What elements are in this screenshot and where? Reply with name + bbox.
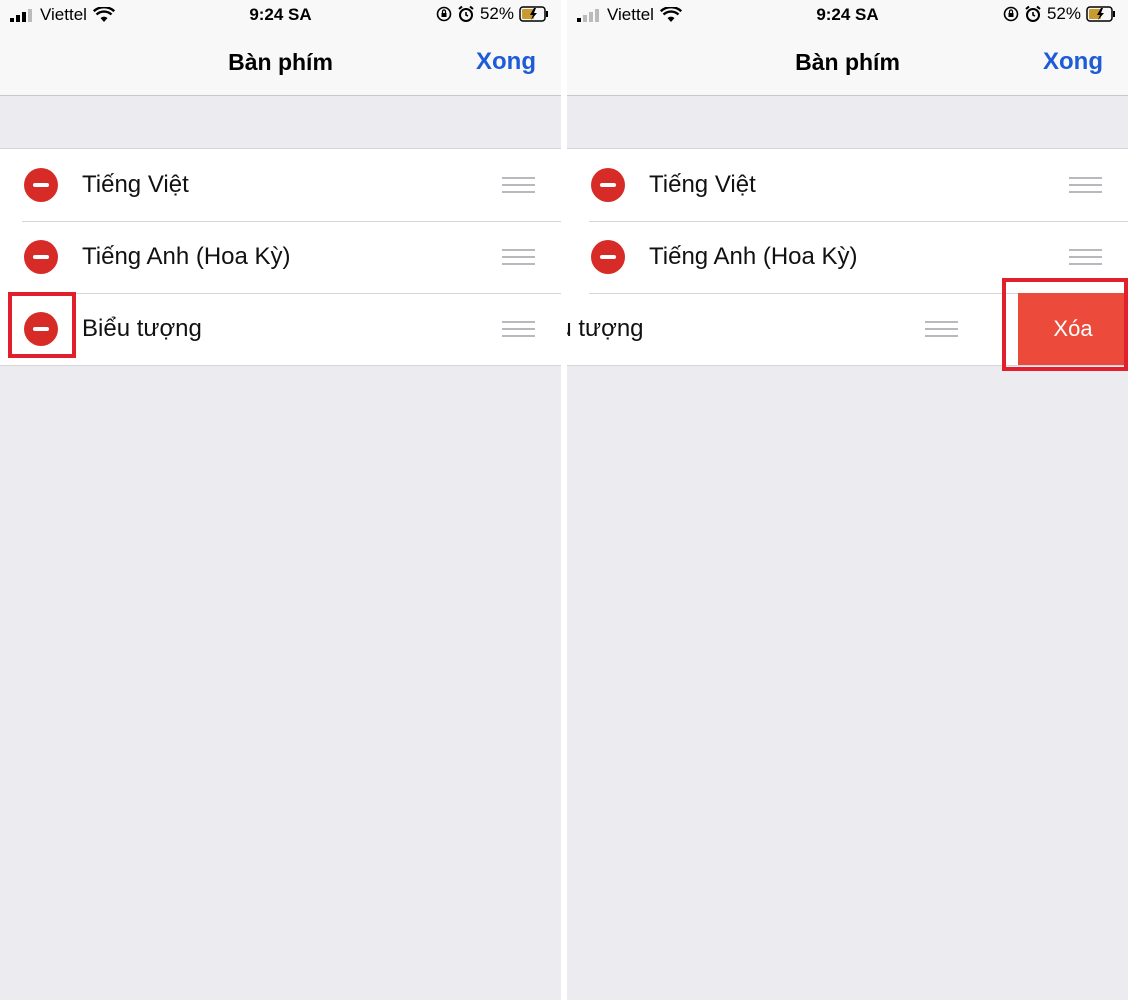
list-item: Tiếng Anh (Hoa Kỳ) (0, 221, 561, 293)
done-button[interactable]: Xong (1043, 48, 1103, 76)
list-item: Tiếng Việt (567, 149, 1128, 221)
screen-right: Viettel 9:24 SA 52% Bàn phím Xong Tiếng … (567, 0, 1128, 1000)
remove-icon[interactable] (24, 240, 58, 274)
battery-percent: 52% (1046, 4, 1081, 23)
alarm-icon (458, 5, 474, 22)
status-bar: Viettel 9:24 SA 52% (0, 0, 561, 32)
list-item: Tiếng Anh (Hoa Kỳ) (567, 221, 1128, 293)
keyboard-label: Tiếng Anh (Hoa Kỳ) (649, 243, 858, 270)
reorder-handle-icon[interactable] (925, 319, 958, 339)
list-item-swiped[interactable]: ểu tượng Xóa (567, 293, 1128, 365)
keyboard-list: Tiếng Việt Tiếng Anh (Hoa Kỳ) Biểu tượng (0, 148, 561, 366)
remove-icon[interactable] (591, 240, 625, 274)
reorder-handle-icon[interactable] (502, 319, 535, 339)
rotation-lock-icon (436, 6, 452, 22)
done-button[interactable]: Xong (476, 48, 536, 76)
remove-icon[interactable] (24, 168, 58, 202)
reorder-handle-icon[interactable] (1069, 247, 1102, 267)
screen-left: Viettel 9:24 SA 52% Bàn phím Xong Tiếng … (0, 0, 561, 1000)
reorder-handle-icon[interactable] (502, 247, 535, 267)
nav-bar: Bàn phím Xong (0, 32, 561, 96)
keyboard-label: ểu tượng (567, 315, 644, 342)
remove-icon[interactable] (24, 312, 58, 346)
reorder-handle-icon[interactable] (1069, 175, 1102, 195)
reorder-handle-icon[interactable] (502, 175, 535, 195)
keyboard-label: Biểu tượng (82, 315, 202, 342)
rotation-lock-icon (1003, 6, 1019, 22)
delete-button[interactable]: Xóa (1018, 293, 1128, 365)
battery-charging-icon (1086, 6, 1115, 22)
remove-icon[interactable] (591, 168, 625, 202)
keyboard-label: Tiếng Việt (649, 171, 756, 198)
status-bar: Viettel 9:24 SA 52% (567, 0, 1128, 32)
battery-percent: 52% (479, 4, 514, 23)
keyboard-list: Tiếng Việt Tiếng Anh (Hoa Kỳ) ểu tượng X… (567, 148, 1128, 366)
list-item: Biểu tượng (0, 293, 561, 365)
nav-bar: Bàn phím Xong (567, 32, 1128, 96)
list-item: Tiếng Việt (0, 149, 561, 221)
battery-charging-icon (519, 6, 548, 22)
keyboard-label: Tiếng Việt (82, 171, 189, 198)
alarm-icon (1025, 5, 1041, 22)
keyboard-label: Tiếng Anh (Hoa Kỳ) (82, 243, 291, 270)
